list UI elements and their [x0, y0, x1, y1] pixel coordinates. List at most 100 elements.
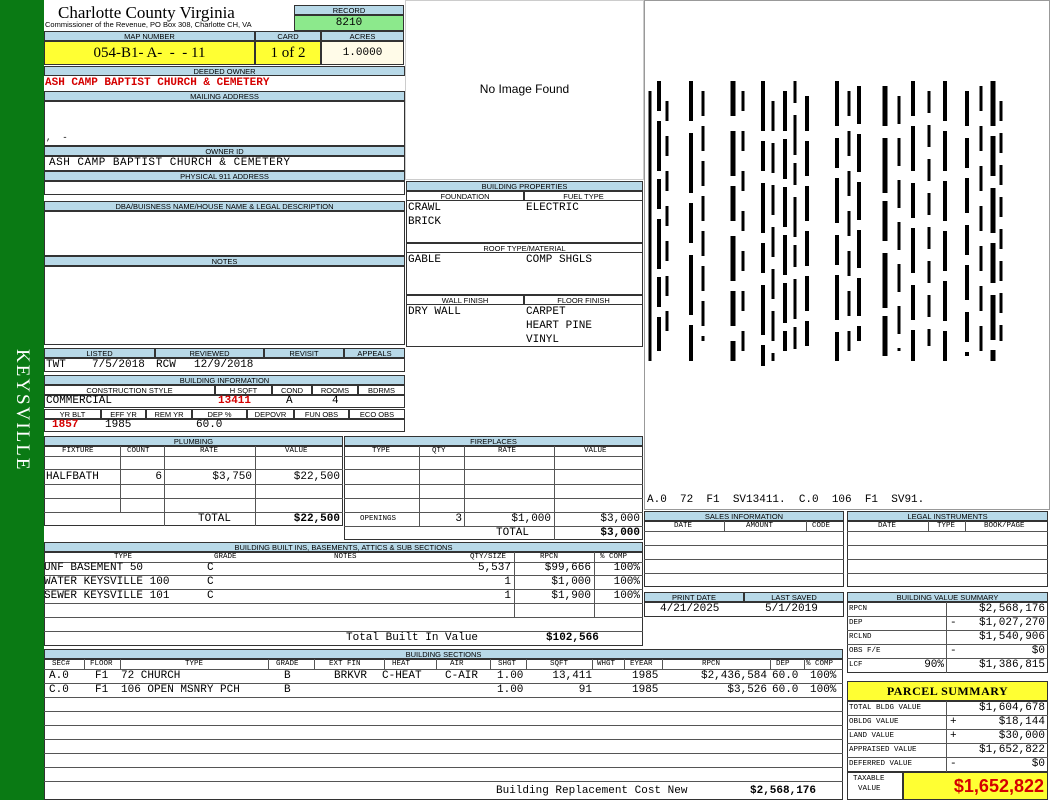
builtin-qty: 1: [504, 590, 511, 602]
deeded-owner: ASH CAMP BAPTIST CHURCH & CEMETERY: [45, 77, 270, 89]
dba-box: [44, 211, 405, 256]
section-grade: B: [284, 670, 291, 682]
reviewed-header: REVIEWED: [155, 348, 264, 358]
builtins-total-label: Total Built In Value: [346, 632, 479, 644]
year-built: 1857: [52, 419, 79, 431]
building-properties-header: BUILDING PROPERTIES: [406, 181, 643, 191]
section-sqft: 91: [578, 684, 592, 696]
legal-col-bookpage: BOOK/PAGE: [984, 522, 1025, 530]
plumbing-header: PLUMBING: [44, 436, 343, 446]
builtins-total: $102,566: [546, 632, 599, 644]
section-heat: C-HEAT: [382, 670, 422, 682]
bvs-rclnd-label: RCLND: [849, 633, 872, 641]
bvs-rpcn: $2,568,176: [978, 603, 1045, 615]
revisit-header: REVISIT: [264, 348, 344, 358]
fireplaces-total-label: TOTAL: [496, 527, 530, 539]
fireplaces-total: $3,000: [600, 527, 640, 539]
bvs-obs: $0: [1031, 645, 1045, 657]
effyr-header: EFF YR: [101, 409, 146, 419]
builtins-col-rpcn: RPCN: [540, 553, 559, 561]
brcn-value: $2,568,176: [750, 785, 817, 797]
tbv-label: TOTAL BLDG VALUE: [849, 704, 922, 712]
builtin-rpcn: $99,666: [544, 562, 591, 574]
section-floor: F1: [95, 684, 109, 696]
sections-col-sqft: SQFT: [550, 660, 569, 668]
listed-date: 7/5/2018: [92, 359, 145, 371]
land-value: $30,000: [998, 730, 1045, 742]
sections-col-type: TYPE: [185, 660, 204, 668]
sketch-strokes: [648, 81, 1003, 366]
legal-col-date: DATE: [878, 522, 897, 530]
sales-col-amount: AMOUNT: [746, 522, 774, 530]
sketch-area: A.0 72 F1 SV13411. C.0 106 F1 SV91.: [644, 0, 1050, 510]
deeded-owner-header: DEEDED OWNER: [44, 66, 405, 76]
mailing-address-box: [44, 101, 405, 146]
floor-finish-3: VINYL: [526, 334, 560, 346]
plumbing-fixture: HALFBATH: [46, 471, 99, 483]
section-type: 106 OPEN MSNRY PCH: [121, 684, 240, 696]
bvs-rpcn-label: RPCN: [849, 605, 868, 613]
builtin-comp: 100%: [613, 576, 640, 588]
map-number-header: MAP NUMBER: [44, 31, 255, 41]
reviewed-by: RCW: [156, 359, 176, 371]
funobs-header: FUN OBS: [294, 409, 349, 419]
sections-col-dep: DEP: [776, 660, 790, 668]
building-sections-header: BUILDING SECTIONS: [44, 649, 843, 659]
card-header: CARD: [255, 31, 321, 41]
owner-id-header: OWNER ID: [44, 146, 405, 156]
sections-col-grade: GRADE: [276, 660, 299, 668]
plumbing-col-rate: RATE: [200, 447, 219, 455]
sections-col-shgt: SHGT: [498, 660, 517, 668]
section-air: C-AIR: [445, 670, 479, 682]
sections-col-eyear: EYEAR: [630, 660, 653, 668]
bvs-rclnd: $1,540,906: [978, 631, 1045, 643]
legal-col-type: TYPE: [937, 522, 956, 530]
mailing-address-header: MAILING ADDRESS: [44, 91, 405, 101]
section-shgt: 1.00: [497, 670, 524, 682]
reviewed-date: 12/9/2018: [194, 359, 254, 371]
section-dep: 60.0: [772, 684, 799, 696]
section-sec: A.0: [49, 670, 69, 682]
parcel-summary-title: PARCEL SUMMARY: [847, 681, 1048, 701]
fireplaces-qty: 3: [455, 513, 462, 525]
mailing-address: , -: [46, 133, 68, 143]
year-row: [44, 419, 405, 432]
roof-type: GABLE: [408, 254, 442, 266]
bvs-dep: $1,027,270: [978, 617, 1045, 629]
builtin-rpcn: $1,900: [551, 590, 591, 602]
appraised-label: APPRAISED VALUE: [849, 746, 917, 754]
record-header: RECORD: [294, 5, 404, 15]
section-extfin: BRKVR: [334, 670, 368, 682]
obldg-label: OBLDG VALUE: [849, 718, 899, 726]
section-eyear: 1985: [632, 684, 659, 696]
appeals-header: APPEALS: [344, 348, 405, 358]
plumbing-rate: $3,750: [212, 471, 252, 483]
appraised-value: $1,652,822: [978, 744, 1045, 756]
notes-box: [44, 266, 405, 345]
plumbing-value: $22,500: [293, 471, 340, 483]
builtin-comp: 100%: [613, 590, 640, 602]
section-type: 72 CHURCH: [121, 670, 181, 682]
fireplaces-col-value: VALUE: [584, 447, 607, 455]
plumbing-col-value: VALUE: [285, 447, 308, 455]
foundation-1: CRAWL: [408, 202, 442, 214]
bvs-dep-label: DEP: [849, 619, 863, 627]
roof-box: [406, 252, 643, 295]
builtin-type: 100 WATER KEYSVILLE: [44, 576, 170, 588]
sections-col-sec: SEC#: [52, 660, 71, 668]
sections-col-heat: HEAT: [392, 660, 411, 668]
builtin-type: 101 SEWER KEYSVILLE: [44, 590, 170, 602]
print-date-header: PRINT DATE: [644, 592, 744, 602]
floor-finish-2: HEART PINE: [526, 320, 593, 332]
fireplaces-col-qty: QTY: [432, 447, 446, 455]
notes-header: NOTES: [44, 256, 405, 266]
section-sqft: 13,411: [552, 670, 592, 682]
remyr-header: REM YR: [146, 409, 192, 419]
fireplaces-openings-label: OPENINGS: [360, 515, 397, 523]
section-floor: F1: [95, 670, 109, 682]
sections-col-floor: FLOOR: [90, 660, 113, 668]
sections-col-whgt: WHGT: [597, 660, 616, 668]
sections-col-rpcn: RPCN: [702, 660, 721, 668]
owner-id: ASH CAMP BAPTIST CHURCH & CEMETERY: [49, 157, 291, 169]
sales-col-code: CODE: [812, 522, 831, 530]
